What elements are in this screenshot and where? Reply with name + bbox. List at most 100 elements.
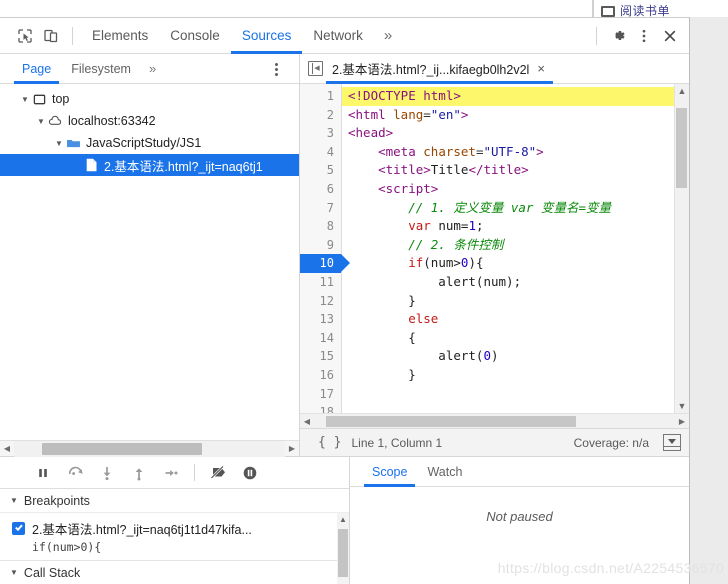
scroll-right-arrow-icon[interactable]: ▶ bbox=[675, 417, 689, 426]
tab-sources[interactable]: Sources bbox=[230, 18, 303, 54]
code-horizontal-scrollbar[interactable]: ◀ ▶ bbox=[300, 413, 689, 428]
line-number[interactable]: 4 bbox=[300, 143, 341, 162]
tab-page[interactable]: Page bbox=[12, 54, 61, 84]
device-toolbar-icon[interactable] bbox=[38, 23, 64, 49]
scrollbar-thumb[interactable] bbox=[326, 416, 576, 427]
line-number[interactable]: 16 bbox=[300, 366, 341, 385]
code-line[interactable]: <head> bbox=[342, 124, 674, 143]
line-number[interactable]: 5 bbox=[300, 161, 341, 180]
tree-item-localhost[interactable]: ▼ localhost:63342 bbox=[0, 110, 299, 132]
line-number[interactable]: 7 bbox=[300, 199, 341, 218]
scrollbar-track[interactable] bbox=[14, 440, 285, 457]
code-line[interactable]: alert(0) bbox=[342, 347, 674, 366]
tab-watch[interactable]: Watch bbox=[417, 457, 472, 487]
tree-item-top[interactable]: ▼ top bbox=[0, 88, 299, 110]
code-editor[interactable]: 1 2 3 4 5 6 7 8 9 10 11 12 13 14 15 16 1 bbox=[300, 84, 689, 413]
code-line[interactable]: <title>Title</title> bbox=[342, 161, 674, 180]
twisty-icon[interactable]: ▼ bbox=[18, 95, 32, 104]
code-line[interactable] bbox=[342, 385, 674, 404]
line-number[interactable]: 2 bbox=[300, 106, 341, 125]
breakpoint-checkbox[interactable] bbox=[12, 522, 25, 535]
close-icon[interactable]: × bbox=[537, 62, 545, 75]
browser-bookmark-stub[interactable]: 阅读书单 bbox=[592, 0, 728, 17]
collapse-sidebar-icon[interactable]: ◀ bbox=[300, 54, 326, 84]
code-line[interactable]: alert(num); bbox=[342, 273, 674, 292]
line-number-breakpoint[interactable]: 10 bbox=[300, 254, 350, 273]
gear-icon[interactable] bbox=[605, 23, 631, 49]
line-number[interactable]: 12 bbox=[300, 292, 341, 311]
kebab-menu-icon[interactable] bbox=[631, 23, 657, 49]
line-number[interactable]: 17 bbox=[300, 385, 341, 404]
scroll-left-arrow-icon[interactable]: ◀ bbox=[0, 444, 14, 453]
step-into-icon[interactable] bbox=[92, 459, 122, 487]
code-line[interactable]: <!DOCTYPE html> bbox=[342, 87, 674, 106]
scroll-right-arrow-icon[interactable]: ▶ bbox=[285, 444, 299, 453]
drawer-select-icon[interactable] bbox=[663, 434, 681, 451]
breakpoints-section-header[interactable]: ▼ Breakpoints bbox=[0, 489, 349, 513]
pause-on-exceptions-icon[interactable] bbox=[235, 459, 265, 487]
line-number-gutter[interactable]: 1 2 3 4 5 6 7 8 9 10 11 12 13 14 15 16 1 bbox=[300, 84, 350, 413]
call-stack-section-header[interactable]: ▼ Call Stack bbox=[0, 560, 337, 584]
code-line[interactable]: } bbox=[342, 292, 674, 311]
line-number[interactable]: 6 bbox=[300, 180, 341, 199]
breakpoint-item[interactable]: 2.基本语法.html?_ijt=naq6tj1t1d47kifa... if(… bbox=[0, 513, 349, 561]
tab-filesystem[interactable]: Filesystem bbox=[61, 54, 141, 84]
more-navigator-tabs-icon[interactable]: » bbox=[141, 61, 164, 76]
scrollbar-thumb[interactable] bbox=[676, 108, 687, 188]
code-line[interactable]: // 2. 条件控制 bbox=[342, 236, 674, 255]
code-token: alert(num); bbox=[348, 273, 522, 289]
scroll-left-arrow-icon[interactable]: ◀ bbox=[300, 417, 314, 426]
pause-icon[interactable] bbox=[28, 459, 58, 487]
line-number[interactable]: 9 bbox=[300, 236, 341, 255]
twisty-icon[interactable]: ▼ bbox=[52, 139, 66, 148]
tree-item-folder[interactable]: ▼ JavaScriptStudy/JS1 bbox=[0, 132, 299, 154]
code-line[interactable] bbox=[342, 403, 674, 413]
more-panels-icon[interactable]: » bbox=[374, 27, 402, 44]
code-line[interactable]: var num=1; bbox=[342, 217, 674, 236]
navigator-menu-icon[interactable] bbox=[267, 59, 285, 79]
step-over-icon[interactable] bbox=[60, 459, 90, 487]
line-number[interactable]: 11 bbox=[300, 273, 341, 292]
code-content[interactable]: <!DOCTYPE html> <html lang="en"> <head> <m… bbox=[342, 84, 674, 413]
scroll-down-arrow-icon[interactable]: ▼ bbox=[678, 401, 687, 411]
tab-network[interactable]: Network bbox=[302, 18, 374, 54]
navigator-horizontal-scrollbar[interactable]: ◀ ▶ bbox=[0, 440, 299, 457]
code-line[interactable]: <script> bbox=[342, 180, 674, 199]
editor-file-tab[interactable]: 2.基本语法.html?_ij...kifaegb0lh2v2l × bbox=[326, 54, 553, 84]
step-out-icon[interactable] bbox=[124, 459, 154, 487]
pretty-print-braces-icon[interactable]: { } bbox=[308, 435, 351, 450]
scroll-up-arrow-icon[interactable]: ▲ bbox=[678, 86, 687, 96]
breakpoints-vertical-scrollbar[interactable]: ▲ bbox=[337, 513, 349, 584]
code-line[interactable]: <meta charset="UTF-8"> bbox=[342, 143, 674, 162]
step-icon[interactable] bbox=[156, 459, 186, 487]
scroll-up-arrow-icon[interactable]: ▲ bbox=[337, 515, 349, 524]
code-vertical-scrollbar[interactable]: ▲ ▼ bbox=[674, 84, 689, 413]
inspect-cursor-icon[interactable] bbox=[12, 23, 38, 49]
code-token: } bbox=[348, 292, 416, 308]
tree-item-file-selected[interactable]: 2.基本语法.html?_ijt=naq6tj1 bbox=[0, 154, 299, 176]
bookmark-icon bbox=[601, 6, 615, 17]
line-number[interactable]: 15 bbox=[300, 347, 341, 366]
code-line[interactable]: } bbox=[342, 366, 674, 385]
tab-console[interactable]: Console bbox=[159, 18, 231, 54]
tab-scope[interactable]: Scope bbox=[362, 457, 417, 487]
code-line[interactable]: { bbox=[342, 329, 674, 348]
twisty-icon[interactable]: ▼ bbox=[34, 117, 48, 126]
scrollbar-thumb[interactable] bbox=[42, 442, 202, 455]
scrollbar-thumb[interactable] bbox=[338, 529, 348, 577]
close-icon[interactable] bbox=[657, 23, 683, 49]
line-number[interactable]: 1 bbox=[300, 87, 341, 106]
code-line[interactable]: else bbox=[342, 310, 674, 329]
line-number[interactable]: 8 bbox=[300, 217, 341, 236]
code-line[interactable]: if(num>0){ bbox=[342, 254, 674, 273]
twisty-icon[interactable]: ▼ bbox=[10, 496, 18, 505]
code-line[interactable]: <html lang="en"> bbox=[342, 106, 674, 125]
code-line[interactable]: // 1. 定义变量 var 变量名=变量 bbox=[342, 199, 674, 218]
twisty-icon[interactable]: ▼ bbox=[10, 568, 18, 577]
line-number[interactable]: 3 bbox=[300, 124, 341, 143]
tab-elements[interactable]: Elements bbox=[81, 18, 159, 54]
line-number[interactable]: 14 bbox=[300, 329, 341, 348]
line-number[interactable]: 13 bbox=[300, 310, 341, 329]
line-number[interactable]: 18 bbox=[300, 403, 341, 413]
deactivate-breakpoints-icon[interactable] bbox=[203, 459, 233, 487]
